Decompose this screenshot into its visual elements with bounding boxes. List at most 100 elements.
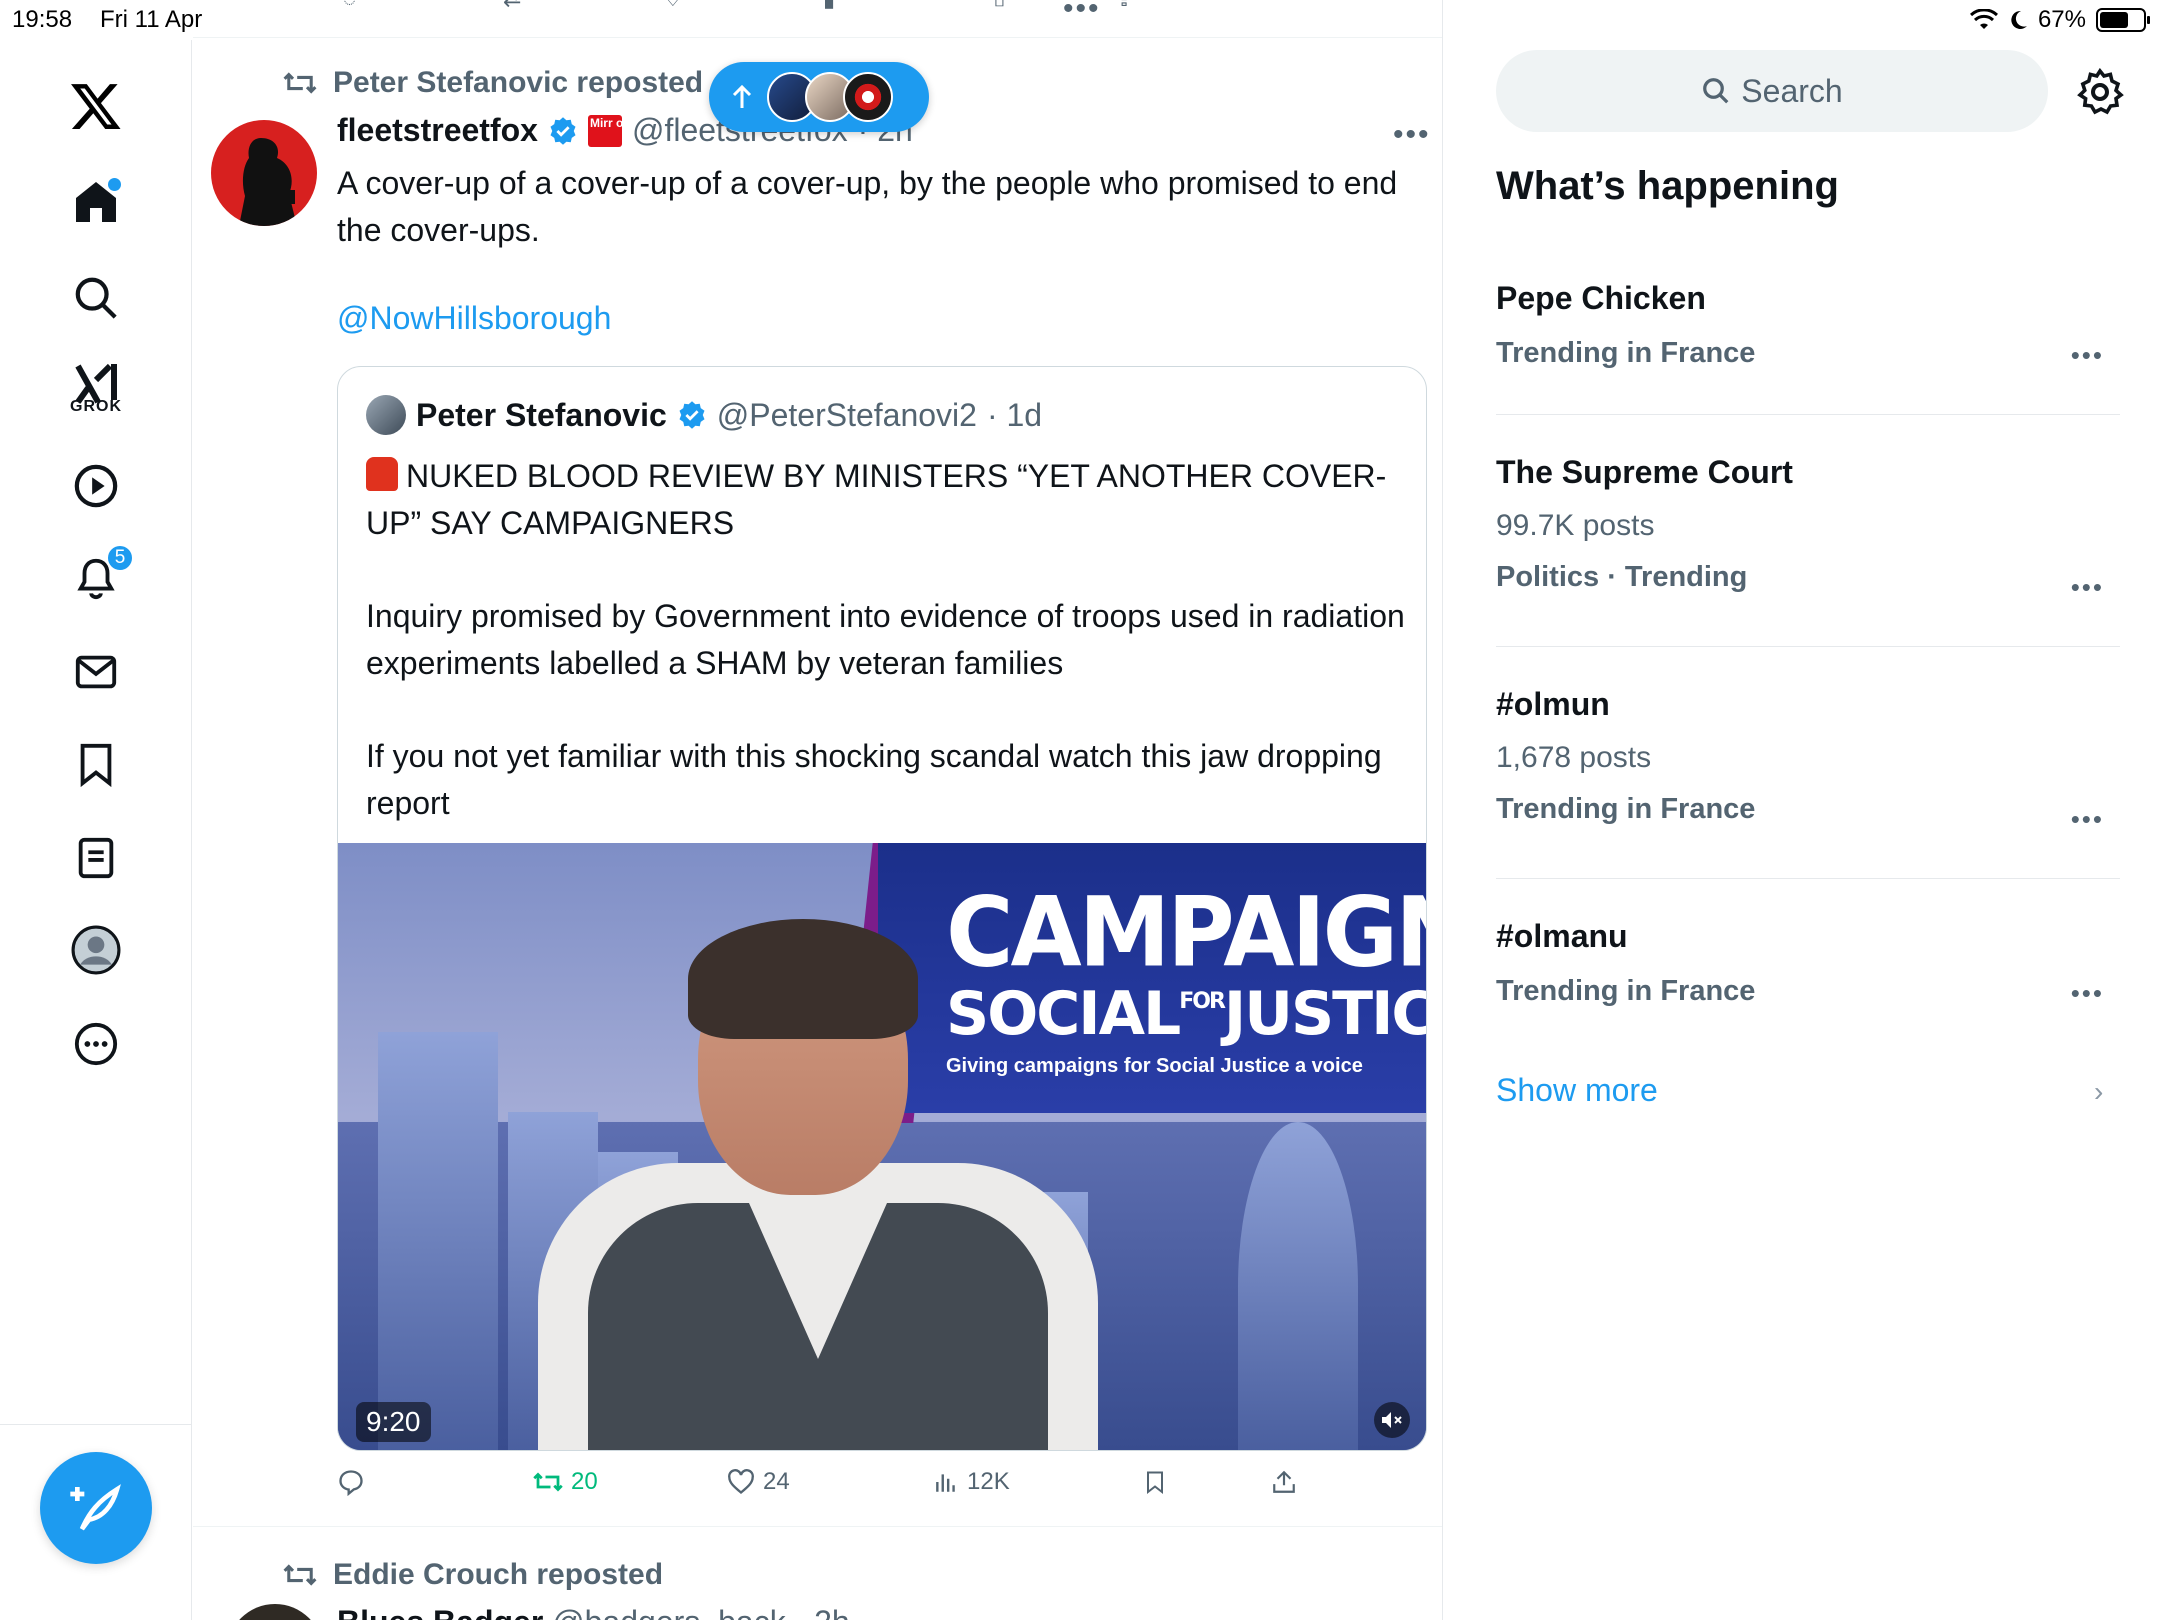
play-icon [74,464,118,508]
search-input[interactable]: Search [1496,50,2048,132]
skyline-building [1238,1122,1358,1450]
more-circle-icon [74,1022,118,1066]
like-button[interactable]: 24 [727,1468,790,1496]
notifications-badge: 5 [106,544,134,572]
quoted-headline: NUKED BLOOD REVIEW BY MINISTERS “YET ANO… [366,458,1387,541]
trend-item[interactable]: The Supreme Court 99.7K posts Politics ·… [1496,454,2120,602]
fox-silhouette-icon [239,138,297,226]
trend-divider [1496,646,2120,647]
trend-meta: Trending in France [1496,337,1756,369]
moon-icon [2011,10,2027,29]
next-author-name[interactable]: Blues Badger [337,1604,543,1620]
quoted-paragraph-1: Inquiry promised by Government into evid… [366,598,1405,681]
video-player[interactable]: CAMPAIGN SOCIALFORJUSTICE Giving campaig… [338,843,1426,1450]
mute-button[interactable] [1374,1402,1410,1438]
whats-happening-title: What’s happening [1496,164,1839,208]
sidebar-item-lists[interactable] [58,820,134,896]
sidebar-item-grok[interactable]: GROK [58,346,134,422]
next-reposted-by-label[interactable]: Eddie Crouch reposted [333,1558,663,1592]
prev-more-icon[interactable]: ••• [1063,0,1101,26]
quoted-author-handle: @PeterStefanovi2 [716,396,977,433]
banner-justice: JUSTICE [1223,979,1426,1049]
quoted-post-header: Peter Stefanovic @PeterStefanovi2 · 1d [366,395,1042,435]
share-button[interactable] [1271,1468,1297,1496]
quoted-post-text: NUKED BLOOD REVIEW BY MINISTERS “YET ANO… [366,453,1406,873]
trend-title: The Supreme Court [1496,454,1793,490]
status-time: 19:58 [12,6,73,33]
status-date: Fri 11 Apr [100,6,203,33]
battery-percent: 67% [2037,6,2086,33]
video-duration: 9:20 [356,1402,431,1442]
sidebar-item-home[interactable] [58,164,134,240]
sidebar-item-explore[interactable] [58,260,134,336]
repost-indicator: Peter Stefanovic reposted [283,66,703,100]
trend-more-icon[interactable]: ••• [2071,572,2104,603]
show-more-link[interactable]: Show more [1496,1072,1658,1109]
x-logo-icon[interactable] [58,68,134,144]
speaker-muted-icon [1382,1412,1402,1428]
feather-plus-icon [70,1484,121,1531]
quoted-author-avatar [366,395,406,435]
prev-like-icon[interactable]: ♡ [663,0,683,12]
reply-icon [339,1470,363,1496]
next-author-handle[interactable]: @badgers_back [552,1604,786,1620]
prev-share-icon[interactable]: ⇪ [1115,0,1133,12]
prev-views-icon[interactable]: ▮ [823,0,835,12]
reposted-by-label[interactable]: Peter Stefanovic reposted [333,66,703,100]
verified-badge-icon [679,401,705,429]
siren-icon [366,457,398,491]
gear-icon[interactable] [2076,68,2124,116]
author-name[interactable]: fleetstreetfox [337,112,538,149]
trend-item[interactable]: #olmun 1,678 posts Trending in France ••… [1496,686,2120,834]
sidebar-item-more[interactable] [58,1006,134,1082]
retweet-count: 20 [571,1468,598,1495]
profile-avatar-icon [71,925,121,975]
heart-icon [728,1469,754,1495]
next-author-avatar[interactable] [227,1604,323,1620]
trend-more-icon[interactable]: ••• [2071,804,2104,835]
sidebar-item-profile[interactable] [58,912,134,988]
trend-item[interactable]: #olmanu Trending in France ••• [1496,918,2120,1008]
sidebar-item-notifications[interactable]: 5 [58,540,134,616]
retweet-button[interactable]: 20 [533,1468,598,1496]
affiliate-badge[interactable]: Mirr or [587,114,628,147]
search-icon [75,277,117,319]
home-unread-dot [108,178,121,191]
prev-reply-icon[interactable]: ◌ [343,0,356,12]
next-post-header: Blues Badger @badgers_back · 2h [337,1604,850,1620]
search-placeholder: Search [1741,72,1843,109]
quoted-author-name: Peter Stefanovic [416,396,667,433]
views-button[interactable]: 12K [933,1468,1010,1496]
sidebar-item-bookmarks[interactable] [58,726,134,802]
prev-bookmark-icon[interactable]: ⌷ [993,0,1006,12]
reply-button[interactable] [337,1468,365,1496]
trend-divider [1496,414,2120,415]
next-post-time[interactable]: · 2h [795,1604,850,1620]
trend-meta: Trending in France [1496,975,1756,1007]
bookmark-button[interactable] [1143,1468,1167,1496]
quoted-post[interactable]: Peter Stefanovic @PeterStefanovi2 · 1d N… [337,366,1427,1451]
sidebar-item-video[interactable] [58,448,134,524]
repost-icon [283,1564,317,1586]
post-actions: 20 24 12K [337,1468,1337,1508]
prev-retweet-icon[interactable]: ⇄ [503,0,521,12]
new-posts-pill[interactable] [709,62,929,132]
main-feed: ◌ ⇄ ♡ ▮ ⌷ ••• ⇪ Peter Stefanovic reposte… [193,0,1443,1620]
status-right: 67% [1969,6,2150,34]
author-avatar[interactable] [211,120,317,226]
trend-item[interactable]: Pepe Chicken Trending in France ••• [1496,280,2120,370]
trend-more-icon[interactable]: ••• [2071,978,2104,1009]
post-more-icon[interactable]: ••• [1393,118,1431,152]
compose-post-button[interactable] [40,1452,152,1564]
banner-for: FOR [1179,989,1226,1014]
views-count: 12K [967,1468,1010,1495]
sidebar-item-messages[interactable] [58,634,134,710]
trend-more-icon[interactable]: ••• [2071,340,2104,371]
presenter-hair [688,919,918,1039]
post-mention-link[interactable]: @NowHillsborough [337,300,611,337]
skyline-building [378,1032,498,1450]
banner-tagline: Giving campaigns for Social Justice a vo… [946,1055,1363,1077]
chevron-right-icon[interactable]: › [2094,1076,2103,1108]
trend-count: 1,678 posts [1496,741,1652,774]
trend-title: Pepe Chicken [1496,280,1706,316]
